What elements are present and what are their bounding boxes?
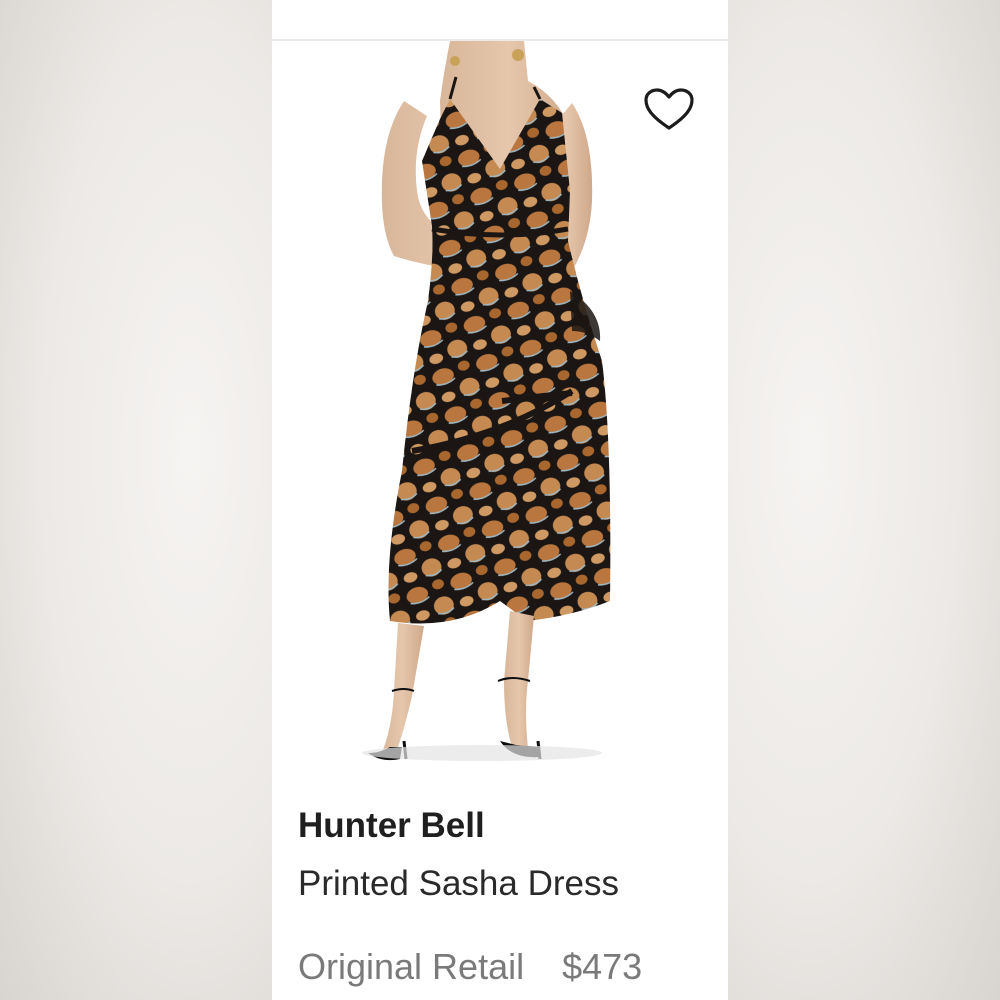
product-image[interactable] [272, 41, 728, 781]
retail-label: Original Retail [298, 946, 525, 987]
top-bar [272, 0, 728, 41]
blurred-background-left [0, 0, 272, 1000]
brand-name[interactable]: Hunter Bell [298, 806, 485, 846]
product-name[interactable]: Printed Sasha Dress [298, 864, 619, 904]
blurred-background-right [728, 0, 1000, 1000]
retail-price: $473 [562, 946, 643, 987]
retail-price-row: Original Retail $473 [298, 946, 642, 988]
product-card[interactable]: Hunter Bell Printed Sasha Dress Original… [272, 0, 728, 1000]
favorite-button[interactable] [642, 86, 696, 134]
heart-outline-icon [644, 88, 694, 130]
